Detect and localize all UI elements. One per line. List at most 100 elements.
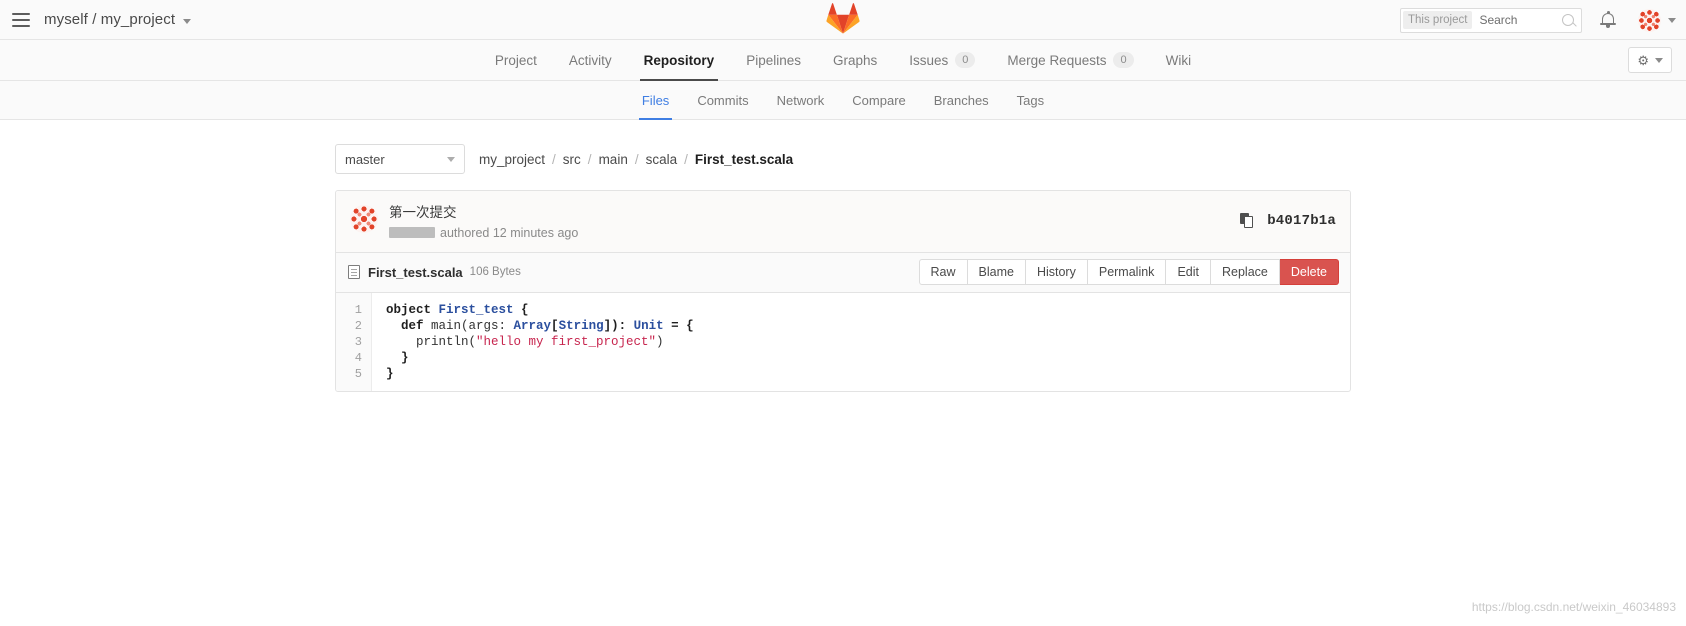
line-number: 4 xyxy=(354,350,362,365)
breadcrumb-item-my_project[interactable]: my_project xyxy=(479,152,545,167)
subnav-item-files[interactable]: Files xyxy=(628,81,683,120)
code-line: def main(args: Array[String]): Unit = { xyxy=(386,318,1350,334)
code-token: Array xyxy=(513,318,552,333)
history-button[interactable]: History xyxy=(1025,259,1088,286)
search-input[interactable]: Search xyxy=(1472,13,1562,27)
subnav-label: Compare xyxy=(852,92,906,108)
file-icon xyxy=(348,265,360,280)
nav-label: Wiki xyxy=(1165,52,1192,68)
breadcrumb-item-main[interactable]: main xyxy=(599,152,628,167)
delete-button[interactable]: Delete xyxy=(1279,259,1339,286)
edit-button[interactable]: Edit xyxy=(1166,259,1211,286)
code-token: First_test xyxy=(438,302,514,317)
replace-button[interactable]: Replace xyxy=(1210,259,1280,286)
line-number: 5 xyxy=(354,366,362,381)
nav-item-pipelines[interactable]: Pipelines xyxy=(730,40,817,80)
nav-item-issues[interactable]: Issues 0 xyxy=(893,40,991,80)
breadcrumb-item-src[interactable]: src xyxy=(563,152,581,167)
subnav-item-commits[interactable]: Commits xyxy=(683,81,762,119)
commit-authored-text: authored 12 minutes ago xyxy=(440,225,579,240)
repository-sub-nav: Files Commits Network Compare Branches T… xyxy=(0,81,1686,120)
project-title-dropdown[interactable]: myself / my_project xyxy=(44,11,192,28)
code-token: [ xyxy=(551,318,559,333)
subnav-label: Commits xyxy=(697,92,749,108)
main-content: master my_project / src / main / scala /… xyxy=(0,120,1686,392)
code-token: } xyxy=(386,350,409,365)
search-box[interactable]: This project Search xyxy=(1400,7,1582,33)
commit-message[interactable]: 第一次提交 xyxy=(389,203,578,223)
commit-author-name-redacted xyxy=(389,227,435,239)
nav-item-repository[interactable]: Repository xyxy=(628,40,731,81)
nav-label: Merge Requests xyxy=(1007,52,1107,68)
nav-label: Pipelines xyxy=(746,52,801,68)
file-header-toolbar: First_test.scala 106 Bytes Raw Blame His… xyxy=(336,252,1350,293)
chevron-down-icon xyxy=(1655,57,1663,63)
nav-item-activity[interactable]: Activity xyxy=(553,40,628,80)
content-container: master my_project / src / main / scala /… xyxy=(335,144,1351,392)
top-navbar: myself / my_project This project Search xyxy=(0,0,1686,40)
code-token: println( xyxy=(386,334,477,349)
raw-button[interactable]: Raw xyxy=(918,259,968,286)
permalink-button[interactable]: Permalink xyxy=(1087,259,1167,286)
breadcrumb-separator: / xyxy=(552,151,556,167)
nav-item-graphs[interactable]: Graphs xyxy=(817,40,893,80)
breadcrumb-item-scala[interactable]: scala xyxy=(646,152,678,167)
line-number: 1 xyxy=(354,302,362,317)
commit-sha-section: b4017b1a xyxy=(1240,213,1336,229)
file-size: 106 Bytes xyxy=(469,266,521,279)
issues-count-badge: 0 xyxy=(955,52,976,68)
commit-sha[interactable]: b4017b1a xyxy=(1267,213,1336,229)
project-settings-button[interactable]: ⚙ xyxy=(1628,47,1672,73)
code-token: main(args: xyxy=(431,318,514,333)
merge-requests-count-badge: 0 xyxy=(1113,52,1134,68)
nav-item-merge-requests[interactable]: Merge Requests 0 xyxy=(991,40,1149,80)
code-token: Unit xyxy=(633,318,664,333)
watermark-text: https://blog.csdn.net/weixin_46034893 xyxy=(1471,600,1676,614)
line-number: 2 xyxy=(354,318,362,333)
copy-icon[interactable] xyxy=(1240,213,1255,229)
code-line: object First_test { xyxy=(386,302,1350,318)
breadcrumb-separator: / xyxy=(634,151,639,167)
code-token: = { xyxy=(663,318,694,333)
nav-label: Repository xyxy=(643,52,715,68)
nav-item-wiki[interactable]: Wiki xyxy=(1150,40,1208,80)
file-action-buttons: Raw Blame History Permalink Edit Replace… xyxy=(918,259,1339,286)
navbar-right-section: This project Search xyxy=(1400,0,1676,40)
chevron-down-icon xyxy=(447,156,455,162)
breadcrumb: my_project / src / main / scala / First_… xyxy=(479,152,793,167)
chevron-down-icon xyxy=(1668,17,1676,23)
commit-author-line: authored 12 minutes ago xyxy=(389,226,578,240)
code-line: } xyxy=(386,366,1350,382)
search-scope-badge[interactable]: This project xyxy=(1403,11,1473,29)
user-menu[interactable] xyxy=(1638,8,1676,32)
breadcrumb-separator: / xyxy=(684,151,688,167)
code-token: object xyxy=(386,302,439,317)
gear-icon: ⚙ xyxy=(1637,52,1649,68)
project-main-nav-list: Project Activity Repository Pipelines Gr… xyxy=(0,40,1686,81)
code-token: ) xyxy=(656,334,664,349)
code-token: ]): xyxy=(603,318,634,333)
hamburger-menu-icon[interactable] xyxy=(12,12,30,27)
nav-item-project[interactable]: Project xyxy=(479,40,553,80)
code-token: "hello my first_project" xyxy=(476,334,657,349)
notifications-bell-icon[interactable] xyxy=(1600,11,1616,29)
code-content[interactable]: object First_test { def main(args: Array… xyxy=(372,293,1350,391)
commit-info: 第一次提交 authored 12 minutes ago xyxy=(389,203,578,240)
file-card: 第一次提交 authored 12 minutes ago b4017b1a F… xyxy=(335,190,1351,392)
code-line: } xyxy=(386,350,1350,366)
last-commit-panel: 第一次提交 authored 12 minutes ago b4017b1a xyxy=(336,191,1350,253)
subnav-item-compare[interactable]: Compare xyxy=(838,81,919,119)
subnav-item-branches[interactable]: Branches xyxy=(920,81,1003,119)
project-main-nav: Project Activity Repository Pipelines Gr… xyxy=(0,40,1686,81)
subnav-label: Branches xyxy=(933,92,989,108)
code-viewer: 12345 object First_test { def main(args:… xyxy=(336,292,1350,391)
subnav-item-network[interactable]: Network xyxy=(763,81,839,119)
subnav-item-tags[interactable]: Tags xyxy=(1003,81,1058,119)
line-number-gutter: 12345 xyxy=(336,292,372,391)
blame-button[interactable]: Blame xyxy=(967,259,1026,286)
branch-selector[interactable]: master xyxy=(335,144,465,174)
subnav-label: Tags xyxy=(1016,92,1045,108)
subnav-label: Files xyxy=(641,92,670,108)
search-icon xyxy=(1562,14,1574,26)
file-location-bar: master my_project / src / main / scala /… xyxy=(335,144,1351,174)
